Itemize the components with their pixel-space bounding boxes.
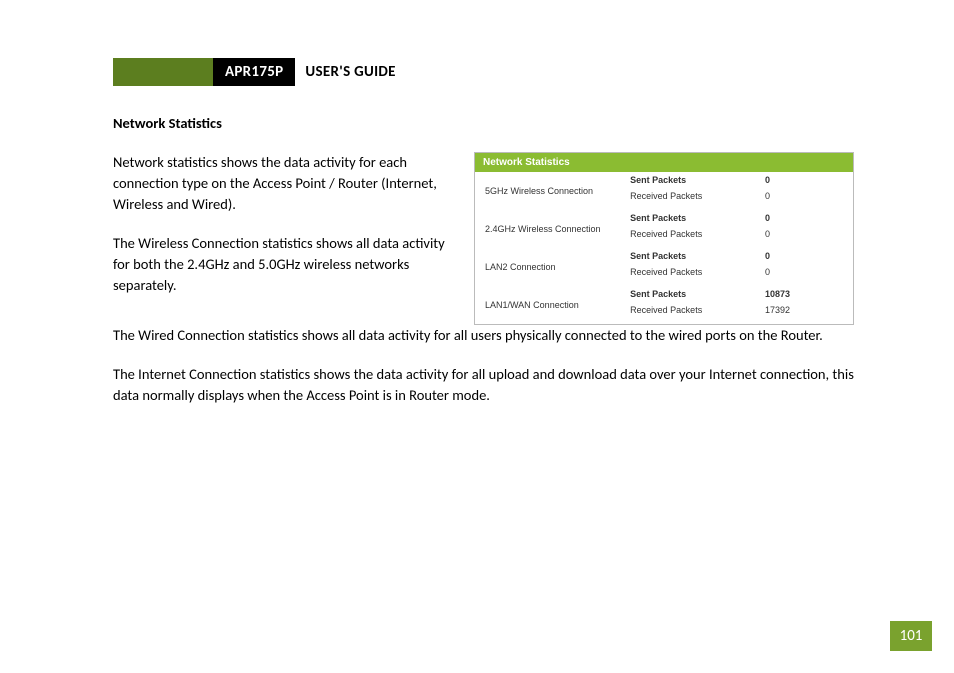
metric-value-sent: 0	[765, 251, 770, 261]
paragraph-2: The Wireless Connection statistics shows…	[113, 233, 458, 296]
metric-label-sent: Sent Packets	[630, 289, 686, 299]
metric-label-sent: Sent Packets	[630, 175, 686, 185]
connection-name: 5GHz Wireless Connection	[475, 172, 624, 210]
metric-label-sent: Sent Packets	[630, 213, 686, 223]
metric-value-sent: 10873	[765, 289, 790, 299]
connection-name: LAN2 Connection	[475, 248, 624, 286]
table-row: 2.4GHz Wireless Connection Sent Packets …	[475, 210, 853, 248]
connection-name: LAN1/WAN Connection	[475, 286, 624, 324]
network-statistics-screenshot: Network Statistics 5GHz Wireless Connect…	[474, 152, 854, 325]
screenshot-title: Network Statistics	[475, 153, 853, 172]
title-accent	[113, 58, 213, 86]
metric-label-recv: Received Packets	[624, 264, 759, 286]
paragraph-3: The Wired Connection statistics shows al…	[113, 325, 854, 346]
title-model: APR175P	[213, 58, 295, 86]
metric-value-recv: 0	[759, 226, 853, 248]
table-row: LAN1/WAN Connection Sent Packets 10873 R…	[475, 286, 853, 324]
section-title: Network Statistics	[113, 114, 854, 132]
metric-label-recv: Received Packets	[624, 302, 759, 324]
metric-label-sent: Sent Packets	[630, 251, 686, 261]
metric-value-recv: 0	[759, 264, 853, 286]
metric-value-recv: 0	[759, 188, 853, 210]
metric-value-sent: 0	[765, 213, 770, 223]
table-row: LAN2 Connection Sent Packets 0 Received …	[475, 248, 853, 286]
metric-label-recv: Received Packets	[624, 188, 759, 210]
title-bar: APR175P USER'S GUIDE	[113, 58, 854, 86]
table-row: 5GHz Wireless Connection Sent Packets 0 …	[475, 172, 853, 210]
connection-name: 2.4GHz Wireless Connection	[475, 210, 624, 248]
stats-table: 5GHz Wireless Connection Sent Packets 0 …	[475, 172, 853, 324]
page-number: 101	[890, 621, 932, 651]
metric-value-recv: 17392	[759, 302, 853, 324]
paragraph-1: Network statistics shows the data activi…	[113, 152, 458, 215]
metric-value-sent: 0	[765, 175, 770, 185]
metric-label-recv: Received Packets	[624, 226, 759, 248]
title-guide: USER'S GUIDE	[295, 58, 395, 86]
paragraph-4: The Internet Connection statistics shows…	[113, 364, 854, 406]
